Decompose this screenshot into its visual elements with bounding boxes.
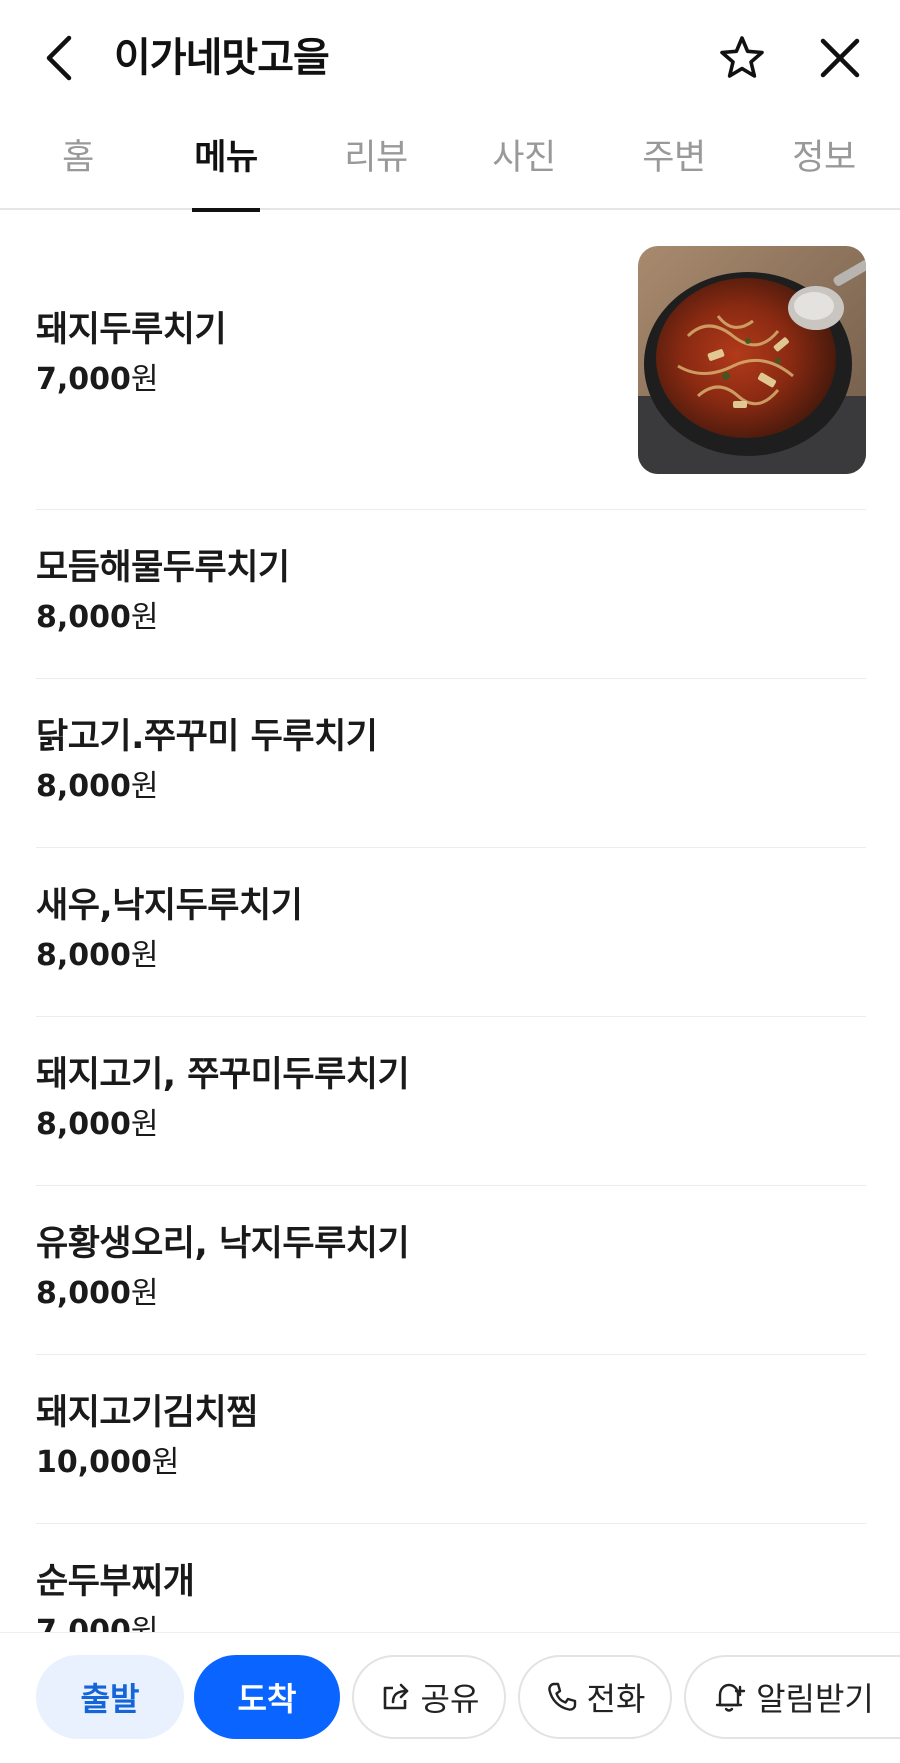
menu-list: 돼지두루치기 7,000원 모듬해물두루치기 8,000원 닭고기.쭈꾸미 두루… [36, 212, 866, 1632]
currency-suffix: 원 [130, 1614, 159, 1632]
menu-item-price: 8,000원 [36, 767, 159, 807]
tab-nearby[interactable]: 주변 [640, 118, 708, 210]
arrive-label: 도착 [237, 1680, 297, 1718]
alert-label: 알림받기 [756, 1680, 874, 1718]
menu-item[interactable]: 돼지고기김치찜 10,000원 [36, 1355, 866, 1524]
menu-item[interactable]: 순두부찌개 7,000원 [36, 1524, 866, 1632]
app-header: 이가네맛고을 [0, 0, 900, 118]
stew-photo-image [638, 246, 866, 474]
tab-bar: 홈 메뉴 리뷰 사진 주변 정보 [0, 118, 900, 212]
menu-item-name: 돼지고기, 쭈꾸미두루치기 [36, 1055, 410, 1095]
tab-label: 홈 [62, 138, 94, 178]
close-button[interactable] [810, 28, 870, 88]
phone-icon [545, 1680, 579, 1714]
currency-suffix: 원 [151, 1445, 180, 1480]
share-button[interactable]: 공유 [352, 1655, 506, 1739]
menu-item-name: 닭고기.쭈꾸미 두루치기 [36, 717, 378, 757]
star-outline-icon [720, 36, 764, 78]
menu-item-name: 새우,낙지두루치기 [36, 886, 303, 926]
back-button[interactable] [36, 26, 80, 90]
price-value: 8,000 [36, 769, 131, 804]
menu-item-name: 순두부찌개 [36, 1562, 195, 1602]
menu-item-price: 7,000원 [36, 360, 159, 400]
menu-item-price: 10,000원 [36, 1443, 179, 1483]
menu-item[interactable]: 닭고기.쭈꾸미 두루치기 8,000원 [36, 679, 866, 848]
call-button[interactable]: 전화 [518, 1655, 672, 1739]
menu-item[interactable]: 돼지고기, 쭈꾸미두루치기 8,000원 [36, 1017, 866, 1186]
price-value: 8,000 [36, 1107, 131, 1142]
currency-suffix: 원 [130, 769, 159, 804]
favorite-button[interactable] [712, 28, 772, 88]
menu-item[interactable]: 새우,낙지두루치기 8,000원 [36, 848, 866, 1017]
menu-item-name: 돼지고기김치찜 [36, 1393, 258, 1433]
share-label: 공유 [420, 1680, 480, 1718]
tab-label: 리뷰 [344, 138, 408, 178]
currency-suffix: 원 [130, 1107, 159, 1142]
share-icon [379, 1680, 413, 1714]
menu-item[interactable]: 유황생오리, 낙지두루치기 8,000원 [36, 1186, 866, 1355]
menu-item-name: 모듬해물두루치기 [36, 548, 290, 588]
tab-info[interactable]: 정보 [790, 118, 858, 210]
call-label: 전화 [586, 1680, 646, 1718]
tab-label: 주변 [642, 138, 706, 178]
menu-item-price: 8,000원 [36, 598, 159, 638]
depart-button[interactable]: 출발 [36, 1655, 184, 1739]
price-value: 8,000 [36, 1276, 131, 1311]
tab-label: 사진 [492, 138, 556, 178]
menu-item[interactable]: 돼지두루치기 7,000원 [36, 212, 866, 510]
bottom-action-bar: 출발 도착 공유 전화 알림받기 [0, 1632, 900, 1763]
price-value: 7,000 [36, 362, 131, 397]
price-value: 10,000 [36, 1445, 152, 1480]
price-value: 7,000 [36, 1614, 131, 1632]
tab-label: 정보 [792, 138, 856, 178]
tab-menu[interactable]: 메뉴 [192, 118, 260, 212]
tab-photos[interactable]: 사진 [490, 118, 558, 210]
menu-item[interactable]: 모듬해물두루치기 8,000원 [36, 510, 866, 679]
currency-suffix: 원 [130, 938, 159, 973]
alert-button[interactable]: 알림받기 [684, 1655, 900, 1739]
currency-suffix: 원 [130, 1276, 159, 1311]
tab-home[interactable]: 홈 [58, 118, 98, 210]
chevron-left-icon [46, 35, 72, 81]
depart-label: 출발 [80, 1680, 140, 1718]
page-title: 이가네맛고을 [114, 35, 330, 81]
tab-label: 메뉴 [194, 138, 258, 178]
close-icon [820, 38, 860, 78]
arrive-button[interactable]: 도착 [194, 1655, 340, 1739]
price-value: 8,000 [36, 600, 131, 635]
menu-item-price: 8,000원 [36, 1105, 159, 1145]
tab-reviews[interactable]: 리뷰 [342, 118, 410, 210]
menu-item-name: 유황생오리, 낙지두루치기 [36, 1224, 410, 1264]
price-value: 8,000 [36, 938, 131, 973]
menu-item-photo[interactable] [638, 246, 866, 474]
menu-item-price: 8,000원 [36, 1274, 159, 1314]
menu-item-price: 8,000원 [36, 936, 159, 976]
currency-suffix: 원 [130, 600, 159, 635]
menu-item-price: 7,000원 [36, 1612, 159, 1632]
currency-suffix: 원 [130, 362, 159, 397]
menu-item-name: 돼지두루치기 [36, 310, 227, 350]
bell-plus-icon [712, 1679, 748, 1715]
